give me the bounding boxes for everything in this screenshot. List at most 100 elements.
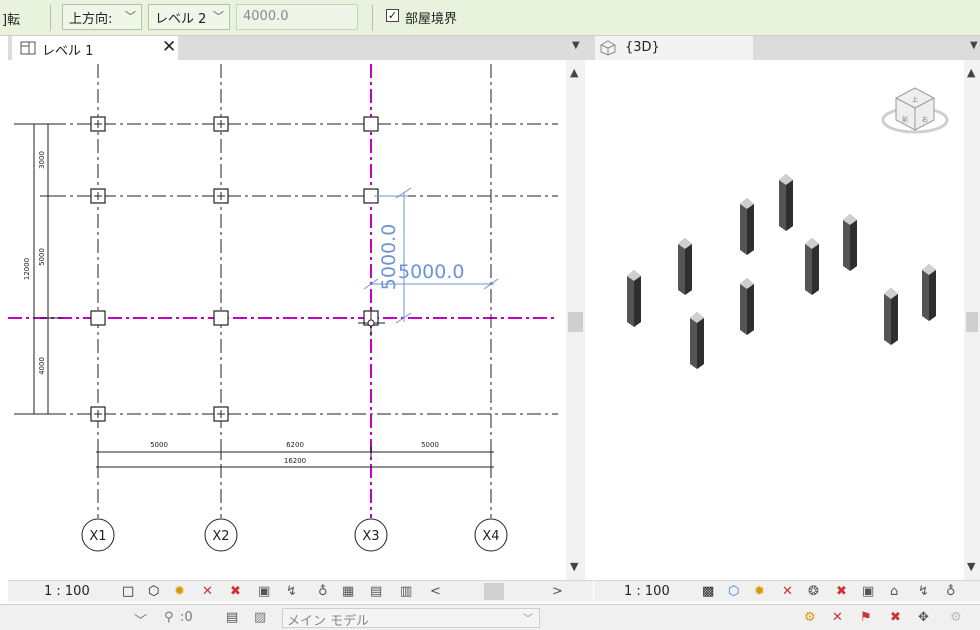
reveal-hidden-icon[interactable]: ♁ xyxy=(318,584,328,599)
horizontal-dim-total: 16200 xyxy=(284,457,306,465)
filter-icon[interactable]: ⚙ xyxy=(950,610,962,625)
drag-elements-icon[interactable]: ✥ xyxy=(918,610,929,625)
tab-dropdown-icon[interactable]: ▼ xyxy=(572,40,580,51)
left-tab-strip: レベル 1 ✕ ▼ xyxy=(8,36,593,60)
temp-hide-icon[interactable]: ↯ xyxy=(918,584,929,599)
select-pinned-icon[interactable]: ⚑ xyxy=(860,610,872,625)
scroll-down-icon[interactable]: ▼ xyxy=(967,560,975,573)
column-3d[interactable] xyxy=(922,264,936,321)
scroll-down-icon[interactable]: ▼ xyxy=(570,560,578,573)
3d-view-icon xyxy=(600,40,616,56)
visual-style-icon[interactable]: ⬡ xyxy=(148,584,159,599)
workset-count: :0 xyxy=(180,610,193,625)
visual-style-icon[interactable]: ⬡ xyxy=(728,584,739,599)
show-crop-icon[interactable]: ▣ xyxy=(862,584,874,599)
lock-view-icon[interactable]: ⌂ xyxy=(890,584,898,599)
tab-3d[interactable]: {3D} xyxy=(595,36,753,60)
scroll-left-icon[interactable]: < xyxy=(430,584,441,599)
separator xyxy=(372,5,373,31)
scrollbar-thumb[interactable] xyxy=(966,312,978,332)
scrollbar-thumb[interactable] xyxy=(568,312,583,332)
grid-bubble-labels: X1 X2 X3 X4 xyxy=(89,529,499,544)
temp-dimension-vertical[interactable]: 5000.0 xyxy=(378,224,400,290)
highlight-displacement-icon[interactable]: ▥ xyxy=(400,584,412,599)
column-3d[interactable] xyxy=(779,174,793,231)
workset-icon: ⚲ xyxy=(164,610,174,625)
horizontal-dimension-texts: 5000 6200 5000 16200 xyxy=(150,441,439,465)
column-3d[interactable] xyxy=(740,278,754,335)
horizontal-scrollbar-thumb[interactable] xyxy=(484,583,504,600)
close-icon[interactable]: ✕ xyxy=(162,37,176,57)
plan-view-drawing: 3000 5000 4000 12000 5000 6200 5000 1620… xyxy=(8,64,558,552)
column-3d[interactable] xyxy=(627,270,641,327)
sun-path-icon[interactable]: ✹ xyxy=(174,584,185,599)
sun-path-icon[interactable]: ✹ xyxy=(754,584,765,599)
scale-button[interactable]: 1 : 100 xyxy=(624,584,670,599)
crop-view-icon[interactable]: ✖ xyxy=(836,584,847,599)
tab-level-1[interactable]: レベル 1 ✕ xyxy=(12,36,178,60)
column-3d[interactable] xyxy=(884,288,898,345)
editable-only-icon[interactable]: ▤ xyxy=(226,610,238,625)
orientation-dropdown[interactable]: 上方向: ﹀ xyxy=(62,4,142,30)
right-tab-strip: {3D} ▼ xyxy=(593,36,980,60)
crop-view-icon[interactable]: ✖ xyxy=(230,584,241,599)
level-dropdown[interactable]: レベル 2 ﹀ xyxy=(148,4,230,30)
horizontal-dim-3: 5000 xyxy=(421,441,439,449)
select-links-icon[interactable]: ⚙ xyxy=(804,610,816,625)
chevron-down-icon: ﹀ xyxy=(125,10,136,23)
tab-label: {3D} xyxy=(625,40,660,55)
3d-view-drawing: 上 前 右 xyxy=(627,87,949,369)
viewcube-icon[interactable]: 上 前 右 xyxy=(881,87,949,134)
vertical-dim-1: 3000 xyxy=(38,151,46,169)
plan-vertical-scrollbar[interactable]: ▲ ▼ xyxy=(566,60,585,580)
grid-label-x2[interactable]: X2 xyxy=(212,529,229,544)
chevron-down-icon[interactable]: ﹀ xyxy=(134,610,147,629)
room-bounding-checkbox[interactable]: ✓ xyxy=(386,9,399,22)
scroll-right-icon[interactable]: > xyxy=(552,584,563,599)
horizontal-grid-lines xyxy=(52,123,558,415)
column-3d[interactable] xyxy=(740,198,754,255)
crosshair-cursor-icon xyxy=(358,310,385,336)
grid-label-x1[interactable]: X1 xyxy=(89,529,106,544)
rotate-label: ]転 xyxy=(2,13,21,28)
3d-view-control-bar: 1 : 100 ▩ ⬡ ✹ ✕ ❂ ✖ ▣ ⌂ ↯ ♁ xyxy=(594,580,980,602)
column-markers xyxy=(90,116,379,422)
tab-dropdown-icon[interactable]: ▼ xyxy=(970,40,978,51)
design-options-icon[interactable]: ▨ xyxy=(254,610,266,625)
3d-vertical-scrollbar[interactable]: ▲ ▼ xyxy=(964,60,980,580)
grid-label-x4[interactable]: X4 xyxy=(482,529,499,544)
options-bar: ]転 上方向: ﹀ レベル 2 ﹀ 4000.0 ✓ 部屋境界 xyxy=(0,0,980,36)
show-crop-icon[interactable]: ▣ xyxy=(258,584,270,599)
detail-level-icon[interactable]: □ xyxy=(122,584,134,599)
scroll-up-icon[interactable]: ▲ xyxy=(570,66,578,79)
3d-view-canvas[interactable]: 上 前 右 xyxy=(594,60,964,580)
3d-columns xyxy=(627,174,936,369)
vertical-grid-lines xyxy=(97,64,492,518)
detail-level-icon[interactable]: ▩ xyxy=(702,584,714,599)
select-by-face-icon[interactable]: ✖ xyxy=(890,610,901,625)
select-underlay-icon[interactable]: ✕ xyxy=(832,610,843,625)
scale-button[interactable]: 1 : 100 xyxy=(44,584,90,599)
viewcube-top: 上 xyxy=(912,96,918,104)
temp-hide-icon[interactable]: ↯ xyxy=(286,584,297,599)
column-3d[interactable] xyxy=(843,214,857,271)
plan-view-canvas[interactable]: 3000 5000 4000 12000 5000 6200 5000 1620… xyxy=(8,60,566,580)
scroll-up-icon[interactable]: ▲ xyxy=(967,66,975,79)
offset-input[interactable]: 4000.0 xyxy=(236,4,358,30)
chevron-down-icon: ﹀ xyxy=(213,10,224,23)
shadows-icon[interactable]: ✕ xyxy=(782,584,793,599)
column-3d[interactable] xyxy=(690,312,704,369)
column-3d[interactable] xyxy=(805,238,819,295)
shadows-icon[interactable]: ✕ xyxy=(202,584,213,599)
active-model-dropdown[interactable]: メイン モデル ﹀ xyxy=(282,608,540,629)
grid-label-x3[interactable]: X3 xyxy=(362,529,379,544)
status-bar: ﹀ ⚲ :0 ▤ ▨ メイン モデル ﹀ ⚙ ✕ ⚑ ✖ ✥ ⚙ xyxy=(0,604,980,630)
horizontal-dim-2: 6200 xyxy=(286,441,304,449)
temp-dimension-horizontal[interactable]: 5000.0 xyxy=(398,261,464,283)
column-3d[interactable] xyxy=(678,238,692,295)
analytical-model-icon[interactable]: ▤ xyxy=(370,584,382,599)
render-icon[interactable]: ❂ xyxy=(808,584,819,599)
room-bounding-label: 部屋境界 xyxy=(405,12,458,27)
lock-view-icon[interactable]: ▦ xyxy=(342,584,354,599)
reveal-hidden-icon[interactable]: ♁ xyxy=(946,584,956,599)
